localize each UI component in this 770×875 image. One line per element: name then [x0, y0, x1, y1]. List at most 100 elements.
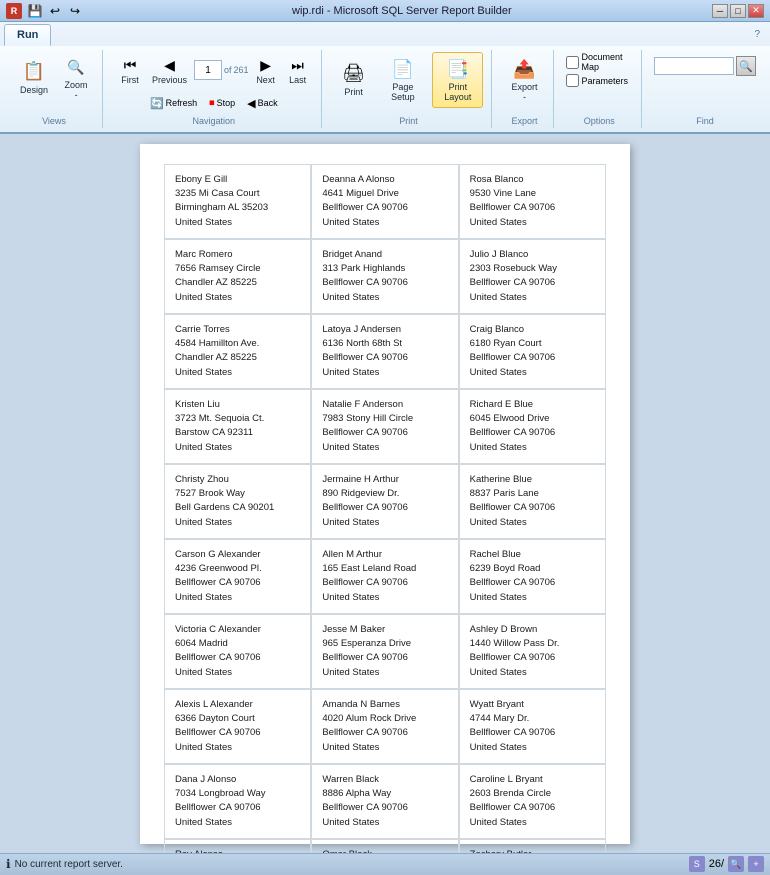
- address-cell: Alexis L Alexander 6366 Dayton Court Bel…: [164, 689, 311, 764]
- total-pages: 261: [234, 65, 249, 75]
- address-name: Wyatt Bryant: [470, 698, 595, 712]
- address-name: Julio J Blanco: [470, 248, 595, 262]
- address-street: 6136 North 68th St: [322, 337, 447, 351]
- page-setup-icon: 📄: [391, 57, 415, 81]
- parameters-check[interactable]: Parameters: [566, 74, 634, 87]
- address-name: Ebony E Gill: [175, 173, 300, 187]
- zoom-button[interactable]: 🔍 Zoom -: [58, 52, 94, 104]
- address-name: Roy Alonso: [175, 848, 300, 853]
- address-cell: Rachel Blue 6239 Boyd Road Bellflower CA…: [459, 539, 606, 614]
- address-name: Deanna A Alonso: [322, 173, 447, 187]
- find-group-label: Find: [696, 114, 714, 126]
- options-controls: Document Map Parameters: [566, 52, 634, 87]
- address-cell: Richard E Blue 6045 Elwood Drive Bellflo…: [459, 389, 606, 464]
- design-icon: 📋: [22, 60, 46, 84]
- next-label: Next: [256, 76, 275, 86]
- print-controls: 🔄 Refresh ⏹ Stop ◀ Back: [146, 95, 282, 112]
- address-cell: Kristen Liu 3723 Mt. Sequoia Ct. Barstow…: [164, 389, 311, 464]
- export-button[interactable]: 📤 Export -: [504, 52, 544, 108]
- address-name: Jermaine H Arthur: [322, 473, 447, 487]
- back-button[interactable]: ◀ Back: [243, 95, 281, 112]
- address-cell: Natalie F Anderson 7983 Stony Hill Circl…: [311, 389, 458, 464]
- address-cell: Amanda N Barnes 4020 Alum Rock Drive Bel…: [311, 689, 458, 764]
- address-country: United States: [175, 291, 300, 305]
- maximize-button[interactable]: □: [730, 4, 746, 18]
- address-street: 6045 Elwood Drive: [470, 412, 595, 426]
- find-button[interactable]: 🔍: [736, 56, 756, 76]
- print-icon: 🖨: [342, 62, 366, 86]
- address-country: United States: [470, 591, 595, 605]
- page-setup-label: Page Setup: [385, 83, 422, 103]
- parameters-checkbox[interactable]: [566, 74, 579, 87]
- design-button[interactable]: 📋 Design: [14, 55, 54, 101]
- of-label: of: [224, 65, 232, 75]
- refresh-button[interactable]: 🔄 Refresh: [146, 95, 201, 112]
- address-cell: Allen M Arthur 165 East Leland Road Bell…: [311, 539, 458, 614]
- address-street: 4236 Greenwood Pl.: [175, 562, 300, 576]
- address-cell: Omar Black 6713 Castle Rock Bellflower C…: [311, 839, 458, 853]
- address-city: Bellflower CA 90706: [322, 351, 447, 365]
- address-street: 313 Park Highlands: [322, 262, 447, 276]
- report-page: Ebony E Gill 3235 Mi Casa Court Birmingh…: [140, 144, 630, 844]
- address-country: United States: [470, 216, 595, 230]
- address-city: Bellflower CA 90706: [470, 201, 595, 215]
- first-button[interactable]: ⏮ First: [115, 52, 145, 89]
- last-button[interactable]: ⏭ Last: [283, 52, 313, 89]
- address-name: Bridget Anand: [322, 248, 447, 262]
- design-label: Design: [20, 86, 48, 96]
- previous-label: Previous: [152, 76, 187, 86]
- undo-button[interactable]: ↩: [46, 2, 64, 20]
- help-button[interactable]: ?: [754, 29, 760, 40]
- address-city: Bellflower CA 90706: [470, 276, 595, 290]
- close-button[interactable]: ✕: [748, 4, 764, 18]
- address-cell: Julio J Blanco 2303 Rosebuck Way Bellflo…: [459, 239, 606, 314]
- address-name: Carrie Torres: [175, 323, 300, 337]
- print-label: Print: [344, 88, 363, 98]
- address-country: United States: [322, 291, 447, 305]
- title-bar-left: R 💾 ↩ ↪ wip.rdi - Microsoft SQL Server R…: [6, 2, 512, 20]
- address-cell: Ashley D Brown 1440 Willow Pass Dr. Bell…: [459, 614, 606, 689]
- address-name: Omar Black: [322, 848, 447, 853]
- find-input[interactable]: [654, 57, 734, 75]
- minimize-button[interactable]: ─: [712, 4, 728, 18]
- address-name: Carson G Alexander: [175, 548, 300, 562]
- redo-button[interactable]: ↪: [66, 2, 84, 20]
- address-cell: Deanna A Alonso 4641 Miguel Drive Bellfl…: [311, 164, 458, 239]
- address-city: Bellflower CA 90706: [322, 276, 447, 290]
- address-city: Bellflower CA 90706: [175, 801, 300, 815]
- address-name: Craig Blanco: [470, 323, 595, 337]
- address-cell: Caroline L Bryant 2603 Brenda Circle Bel…: [459, 764, 606, 839]
- previous-icon: ◀: [160, 55, 180, 75]
- address-country: United States: [322, 666, 447, 680]
- address-street: 3235 Mi Casa Court: [175, 187, 300, 201]
- print-button[interactable]: 🖨 Print: [334, 57, 374, 103]
- print-buttons: 🖨 Print 📄 Page Setup 📑 Print Layout: [334, 52, 484, 108]
- address-country: United States: [175, 441, 300, 455]
- status-message: No current report server.: [15, 859, 123, 870]
- address-cell: Jermaine H Arthur 890 Ridgeview Dr. Bell…: [311, 464, 458, 539]
- address-street: 6180 Ryan Court: [470, 337, 595, 351]
- address-street: 3723 Mt. Sequoia Ct.: [175, 412, 300, 426]
- address-name: Caroline L Bryant: [470, 773, 595, 787]
- print-layout-button[interactable]: 📑 Print Layout: [432, 52, 483, 108]
- address-country: United States: [470, 816, 595, 830]
- page-number-input[interactable]: [194, 60, 222, 80]
- address-name: Rachel Blue: [470, 548, 595, 562]
- address-cell: Marc Romero 7656 Ramsey Circle Chandler …: [164, 239, 311, 314]
- document-map-checkbox[interactable]: [566, 56, 579, 69]
- page-setup-button[interactable]: 📄 Page Setup: [378, 52, 429, 108]
- address-street: 165 East Leland Road: [322, 562, 447, 576]
- address-city: Bellflower CA 90706: [322, 201, 447, 215]
- tab-run[interactable]: Run: [4, 24, 51, 46]
- previous-button[interactable]: ◀ Previous: [147, 52, 192, 89]
- document-map-check[interactable]: Document Map: [566, 52, 634, 72]
- address-city: Bellflower CA 90706: [470, 426, 595, 440]
- stop-button[interactable]: ⏹ Stop: [205, 95, 239, 112]
- address-name: Kristen Liu: [175, 398, 300, 412]
- parameters-label: Parameters: [582, 76, 629, 86]
- address-city: Chandler AZ 85225: [175, 276, 300, 290]
- next-button[interactable]: ▶ Next: [251, 52, 281, 89]
- address-cell: Carson G Alexander 4236 Greenwood Pl. Be…: [164, 539, 311, 614]
- ribbon-tabs: Run ?: [0, 22, 770, 46]
- save-button[interactable]: 💾: [26, 2, 44, 20]
